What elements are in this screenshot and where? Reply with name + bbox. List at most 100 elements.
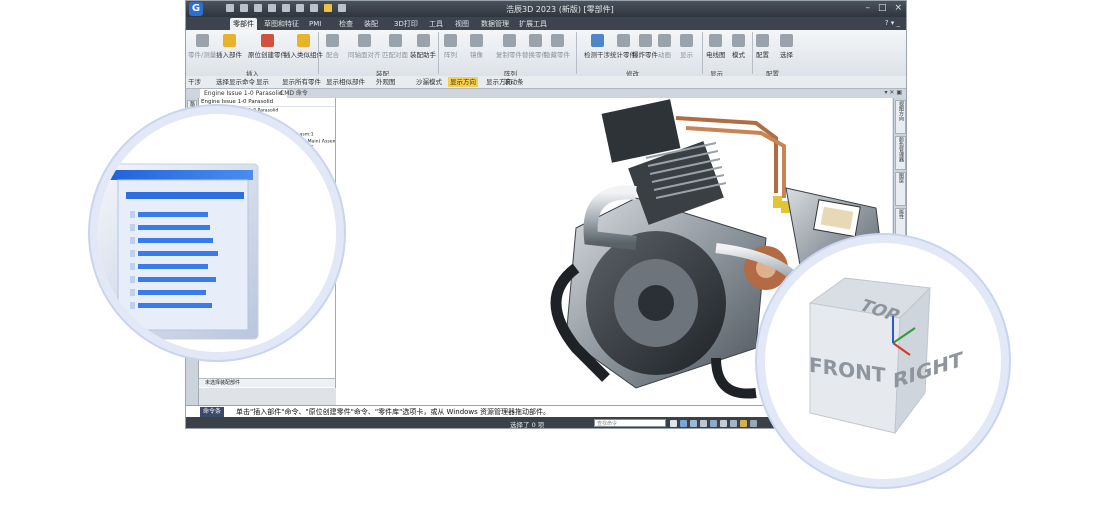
ribbon-button-17[interactable]: 显示 — [680, 34, 693, 59]
list-panel-icon — [98, 163, 259, 340]
tab-9[interactable]: 扩展工具 — [516, 18, 550, 30]
shading-icon[interactable] — [730, 420, 737, 427]
copy-part-icon — [502, 34, 516, 47]
ribbon-button-label: 电线图 — [706, 51, 726, 59]
document-tab-1[interactable]: CMD 命令 — [276, 89, 312, 98]
tab-3[interactable]: 检查 — [336, 18, 356, 30]
ribbon-button-10[interactable]: 复制零件 — [496, 34, 522, 59]
tab-1[interactable]: 草图和特征 — [261, 18, 302, 30]
view-style-icon[interactable] — [720, 420, 727, 427]
open-icon[interactable] — [240, 4, 248, 12]
ribbon-button-label: 镜像 — [470, 51, 483, 59]
cut-icon[interactable] — [296, 4, 304, 12]
create-in-place-icon — [261, 34, 274, 47]
ribbon-button-label: 配合 — [326, 51, 339, 59]
visibility-checkbox[interactable] — [205, 107, 211, 113]
ribbon-button-21[interactable]: 选择 — [780, 34, 793, 59]
ribbon-button-8[interactable]: 阵列 — [444, 34, 457, 59]
tab-4[interactable]: 装配 — [361, 18, 381, 30]
close-icon[interactable]: × — [894, 3, 902, 13]
fit-view-icon[interactable] — [680, 420, 687, 427]
undo-icon[interactable] — [268, 4, 276, 12]
select-tool-icon[interactable] — [324, 4, 332, 12]
right-strip-tab-2[interactable]: 图层 — [895, 172, 906, 206]
customize-icon[interactable] — [338, 4, 346, 12]
ribbon-button-2[interactable]: 原位创建零件 — [248, 34, 287, 59]
ribbon-button-4[interactable]: 配合 — [326, 34, 339, 59]
app-logo[interactable]: G — [189, 2, 203, 16]
hide-part-icon — [550, 34, 564, 47]
tab-8[interactable]: 数据管理 — [478, 18, 512, 30]
display-icon[interactable] — [740, 420, 747, 427]
tab-0[interactable]: 零部件 — [230, 18, 257, 30]
pane-controls[interactable]: ▾ ✕ ▣ — [884, 89, 902, 96]
ribbon-button-20[interactable]: 配置 — [756, 34, 769, 59]
command-prompt: 单击"插入部件"命令、"原位创建零件"命令、"零件库"选项卡，或从 Window… — [236, 408, 551, 416]
new-icon[interactable] — [226, 4, 234, 12]
ribbon-button-label: 匹配对面 — [382, 51, 408, 59]
right-strip-tab-1[interactable]: 颜色管理器 — [895, 136, 906, 170]
selection-status: 选择了 0 项 — [510, 421, 545, 429]
mode-icon — [732, 34, 745, 47]
pan-icon[interactable] — [700, 420, 707, 427]
window-title: 浩辰3D 2023 (新版) [零部件] — [506, 5, 614, 14]
toolbar-item-9[interactable]: 滚动条 — [504, 77, 524, 87]
ribbon-button-18[interactable]: 电线图 — [706, 34, 726, 59]
tab-7[interactable]: 视图 — [452, 18, 472, 30]
copy-icon[interactable] — [310, 4, 318, 12]
mate-icon — [326, 34, 339, 47]
help-icon[interactable]: ? ▾ _ — [885, 19, 900, 27]
title-bar: G 浩辰3D 2023 (新版) [零部件] – □ × — [186, 1, 906, 17]
toolbar-item-1[interactable]: 选择显示命令 — [216, 77, 255, 87]
zoom-icon[interactable] — [690, 420, 697, 427]
tab-6[interactable]: 工具 — [426, 18, 446, 30]
toolbar-item-4[interactable]: 显示相似部件 — [326, 77, 365, 87]
view-cube[interactable] — [765, 243, 1001, 479]
ribbon-separator — [438, 32, 439, 74]
ribbon-button-15[interactable]: 爆炸零件 — [632, 34, 658, 59]
coaxial-icon — [357, 34, 371, 47]
toolbar-item-3[interactable]: 显示所有零件 — [282, 77, 321, 87]
toolbar-item-6[interactable]: 沙漏模式 — [416, 77, 442, 87]
ribbon-button-label: 检测干涉 — [584, 51, 610, 59]
animation-icon — [658, 34, 671, 47]
arrow-icon[interactable] — [670, 420, 677, 427]
ribbon-button-1[interactable]: 插入部件 — [216, 34, 242, 59]
tab-5[interactable]: 3D打印 — [391, 18, 421, 30]
face-mate-icon — [388, 34, 402, 47]
ribbon-separator — [318, 32, 319, 74]
view-cube-callout: TOP FRONT RIGHT — [765, 243, 1001, 479]
toolbar-item-0[interactable]: 干涉 — [188, 77, 201, 87]
document-tab-0[interactable]: Engine Issue 1-0 Parasolid — [200, 89, 287, 98]
command-bar-label[interactable]: 命令条 — [200, 407, 225, 417]
save-icon[interactable] — [254, 4, 262, 12]
ribbon-button-13[interactable]: 检测干涉 — [584, 34, 610, 59]
pathfinder-footer: 未选择装配部件 — [199, 378, 335, 387]
ribbon-button-0[interactable]: 零件/测量 — [188, 34, 216, 59]
ribbon-button-16[interactable]: 动画 — [658, 34, 671, 59]
redo-icon[interactable] — [282, 4, 290, 12]
ribbon-button-6[interactable]: 匹配对面 — [382, 34, 408, 59]
assembly-assistant-icon — [416, 34, 430, 47]
rotate-icon[interactable] — [710, 420, 717, 427]
toolbar-item-7[interactable]: 显示方向 — [448, 77, 478, 87]
right-strip-tab-3[interactable]: 属性 — [895, 208, 906, 242]
toolbar-item-5[interactable]: 外观图 — [376, 77, 396, 87]
settings-icon[interactable] — [750, 420, 757, 427]
ribbon-button-7[interactable]: 装配助手 — [410, 34, 436, 59]
command-search-input[interactable]: 查找命令 — [594, 419, 666, 427]
ribbon-button-12[interactable]: 隐藏零件 — [544, 34, 570, 59]
ribbon-button-5[interactable]: 同轴面对齐 — [348, 34, 381, 59]
right-strip-tab-0[interactable]: 视图方向 — [895, 100, 906, 134]
ribbon-button-19[interactable]: 模式 — [732, 34, 745, 59]
maximize-icon[interactable]: □ — [878, 3, 887, 13]
ribbon-button-9[interactable]: 镜像 — [470, 34, 483, 59]
ribbon-button-label: 动画 — [658, 51, 671, 59]
tree-row[interactable]: Engine Issue 1-0 Parasolid — [205, 107, 278, 114]
secondary-toolbar: 干涉 选择显示命令 显示 显示所有零件 显示相似部件 外观图 沙漏模式 显示方向 显示方向 滚动条 — [186, 76, 906, 89]
quick-access-toolbar — [226, 4, 346, 14]
minimize-icon[interactable]: – — [865, 3, 870, 13]
tab-2[interactable]: PMI — [306, 18, 324, 30]
select-icon — [780, 34, 793, 47]
toolbar-item-2[interactable]: 显示 — [256, 77, 269, 87]
